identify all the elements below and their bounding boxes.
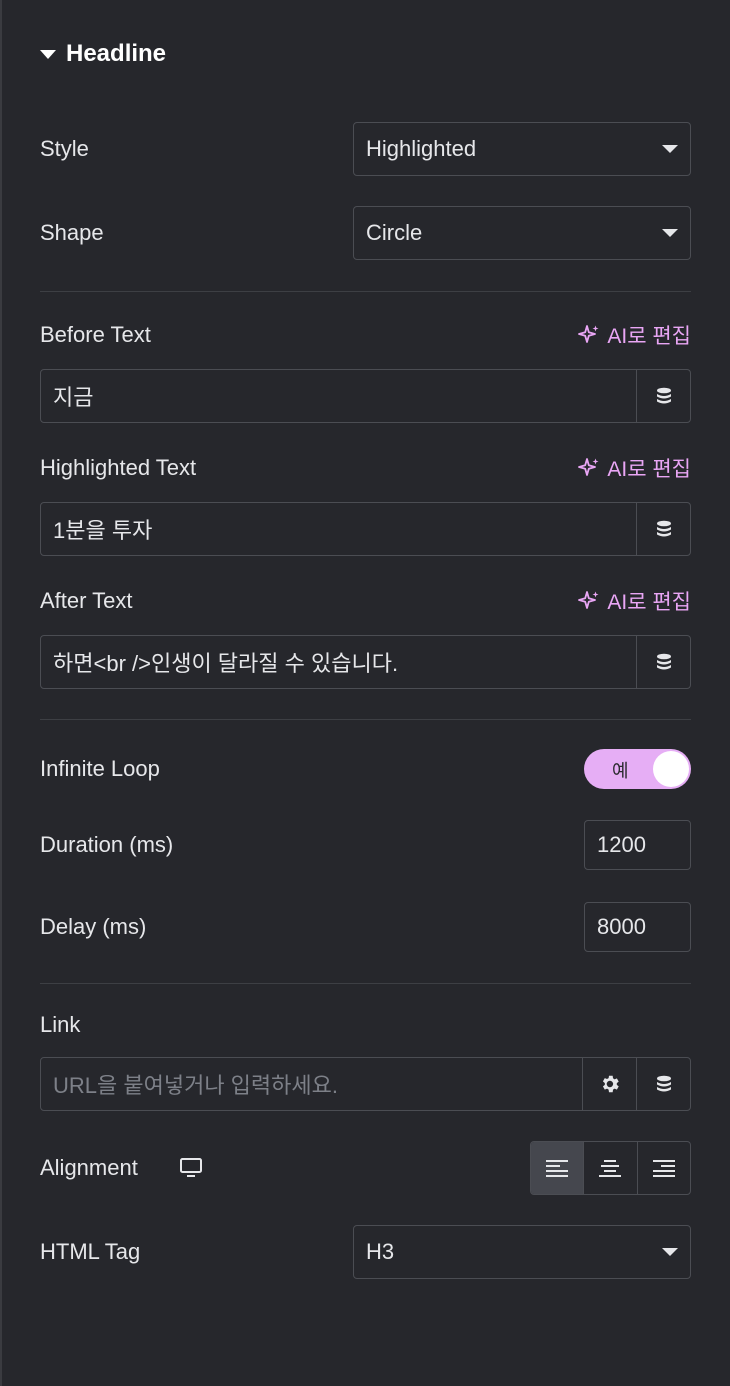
before-text-label: Before Text [40,322,151,347]
html-tag-label: HTML Tag [40,1239,141,1264]
sparkle-icon [578,325,599,343]
alignment-control[interactable] [530,1141,691,1195]
dropdown-arrow-icon [662,145,678,153]
after-text-input[interactable]: 하면<br />인생이 달라질 수 있습니다. [41,636,636,688]
link-field[interactable]: URL을 붙여넣거나 입력하세요. [40,1057,691,1111]
before-text-input[interactable]: 지금 [41,370,636,422]
ai-edit-button[interactable]: AI로 편집 [577,320,691,350]
ai-edit-label: AI로 편집 [607,458,691,481]
duration-input[interactable]: 1200 [584,820,691,870]
infinite-loop-label: Infinite Loop [40,756,160,781]
highlighted-text-field[interactable]: 1분을 투자 [40,502,691,556]
toggle-knob [653,751,689,787]
html-tag-select-value: H3 [366,1239,395,1264]
database-icon [656,653,671,670]
toggle-text: 예 [612,761,629,782]
dynamic-tags-button[interactable] [636,636,690,688]
delay-input[interactable]: 8000 [584,902,691,952]
dynamic-tags-button[interactable] [636,503,690,555]
infinite-loop-toggle[interactable]: 예 [584,749,691,789]
align-center-icon [599,1160,622,1177]
link-label: Link [40,1012,81,1037]
database-icon [656,387,671,404]
style-select[interactable]: Highlighted [353,122,691,176]
section-toggle-headline[interactable]: Headline [40,36,166,72]
link-options-button[interactable] [582,1058,636,1110]
shape-select[interactable]: Circle [353,206,691,260]
shape-select-value: Circle [366,220,423,245]
delay-label: Delay (ms) [40,914,147,939]
style-select-value: Highlighted [366,136,477,161]
align-right-button[interactable] [636,1142,690,1194]
panel-left-border [0,0,2,1386]
sparkle-icon [578,591,599,609]
section-title: Headline [66,40,167,67]
highlighted-text-input[interactable]: 1분을 투자 [41,503,636,555]
dropdown-arrow-icon [662,1248,678,1256]
gear-icon [602,1075,619,1093]
divider [40,983,691,984]
after-text-label: After Text [40,588,133,613]
ai-edit-button[interactable]: AI로 편집 [577,586,691,616]
divider [40,719,691,720]
duration-label: Duration (ms) [40,832,174,857]
shape-label: Shape [40,220,104,245]
alignment-label: Alignment [40,1155,138,1180]
ai-edit-label: AI로 편집 [607,325,691,348]
align-center-button[interactable] [583,1142,636,1194]
divider [40,291,691,292]
ai-edit-button[interactable]: AI로 편집 [577,453,691,483]
html-tag-select[interactable]: H3 [353,1225,691,1279]
before-text-field[interactable]: 지금 [40,369,691,423]
database-icon [656,520,671,537]
sparkle-icon [578,458,599,476]
style-label: Style [40,136,89,161]
ai-edit-label: AI로 편집 [607,591,691,614]
dynamic-tags-button[interactable] [636,370,690,422]
database-icon [656,1075,671,1092]
highlighted-text-label: Highlighted Text [40,455,197,480]
desktop-icon[interactable] [179,1157,203,1179]
align-left-button[interactable] [531,1142,584,1194]
link-input[interactable]: URL을 붙여넣거나 입력하세요. [41,1058,582,1110]
align-right-icon [652,1160,675,1177]
after-text-field[interactable]: 하면<br />인생이 달라질 수 있습니다. [40,635,691,689]
align-left-icon [546,1160,569,1177]
dynamic-tags-button[interactable] [636,1058,690,1110]
caret-down-icon [40,49,56,59]
dropdown-arrow-icon [662,229,678,237]
